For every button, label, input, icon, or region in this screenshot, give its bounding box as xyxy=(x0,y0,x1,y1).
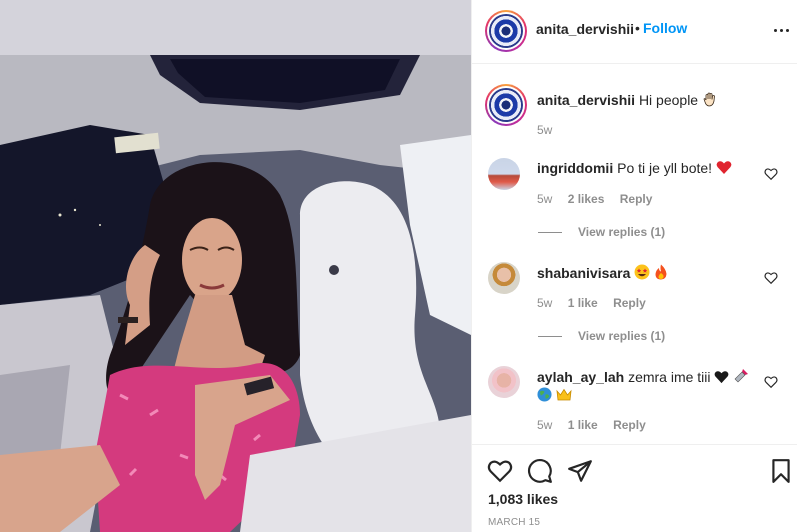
caption-username[interactable]: anita_dervishii xyxy=(537,92,635,108)
likes-count[interactable]: 1,083 likes xyxy=(488,491,558,507)
lipstick-icon xyxy=(734,369,749,383)
paper-plane-icon[interactable] xyxy=(567,458,593,484)
photo-pane xyxy=(0,0,471,532)
commenter-avatar[interactable] xyxy=(488,262,520,294)
waving-hand-icon xyxy=(703,92,715,107)
comment-meta: 5w 1 like Reply xyxy=(537,296,658,310)
reply-button[interactable]: Reply xyxy=(613,296,646,310)
comment-line-2 xyxy=(537,387,572,403)
comment-username[interactable]: shabanivisara xyxy=(537,265,630,281)
black-heart-icon xyxy=(715,371,729,384)
heart-outline-icon[interactable] xyxy=(487,458,513,484)
caption-time[interactable]: 5w xyxy=(537,123,552,137)
replies-divider xyxy=(538,336,562,338)
comment-time[interactable]: 5w xyxy=(537,418,552,432)
comment-time[interactable]: 5w xyxy=(537,192,552,206)
comment-line: aylah_ay_lah zemra ime tiii xyxy=(537,368,749,385)
author-username[interactable]: anita_dervishii xyxy=(536,21,634,37)
view-replies-label: View replies (1) xyxy=(578,329,666,343)
comment-line: ingriddomii Po ti je yll bote! xyxy=(537,160,732,176)
comment-line: shabanivisara xyxy=(537,264,668,281)
comment-meta: 5w 1 like Reply xyxy=(537,418,658,432)
comment-likes[interactable]: 1 like xyxy=(568,418,598,432)
separator-dot: • xyxy=(635,20,640,36)
comment-time[interactable]: 5w xyxy=(537,296,552,310)
star-struck-icon xyxy=(634,264,650,280)
reply-button[interactable]: Reply xyxy=(620,192,653,206)
crown-icon xyxy=(556,388,572,401)
author-avatar[interactable] xyxy=(485,10,527,52)
view-replies-label: View replies (1) xyxy=(578,225,666,239)
view-replies-button[interactable]: View replies (1) xyxy=(538,225,665,239)
comment-text: Po ti je yll bote! xyxy=(617,160,713,176)
comment-username[interactable]: aylah_ay_lah xyxy=(537,369,624,385)
like-comment-icon[interactable] xyxy=(764,271,778,285)
more-options-icon[interactable] xyxy=(772,22,792,38)
comment-likes[interactable]: 2 likes xyxy=(568,192,605,206)
comment-username[interactable]: ingriddomii xyxy=(537,160,613,176)
commenter-avatar[interactable] xyxy=(488,366,520,398)
fire-icon xyxy=(655,264,667,280)
comment-likes[interactable]: 1 like xyxy=(568,296,598,310)
caption-text: Hi people xyxy=(638,92,699,108)
comment-icon[interactable] xyxy=(527,458,553,484)
comment-text: zemra ime tiii xyxy=(628,369,711,385)
post-photo[interactable] xyxy=(0,55,471,532)
bookmark-icon[interactable] xyxy=(768,458,794,484)
like-comment-icon[interactable] xyxy=(764,375,778,389)
post-actions: 1,083 likes MARCH 15 xyxy=(472,444,797,532)
reply-button[interactable]: Reply xyxy=(613,418,646,432)
globe-icon xyxy=(537,387,552,402)
like-comment-icon[interactable] xyxy=(764,167,778,181)
post-date[interactable]: MARCH 15 xyxy=(488,517,540,528)
caption-author-avatar[interactable] xyxy=(485,84,527,126)
caption: anita_dervishii Hi people xyxy=(537,91,718,108)
view-replies-button[interactable]: View replies (1) xyxy=(538,329,665,343)
follow-button[interactable]: Follow xyxy=(643,20,687,36)
post-side-panel: anita_dervishii • Follow anita_dervishii… xyxy=(471,0,797,532)
post-header: anita_dervishii • Follow xyxy=(472,0,797,64)
red-heart-icon xyxy=(716,161,732,174)
replies-divider xyxy=(538,232,562,234)
commenter-avatar[interactable] xyxy=(488,158,520,190)
comment-meta: 5w 2 likes Reply xyxy=(537,192,664,206)
